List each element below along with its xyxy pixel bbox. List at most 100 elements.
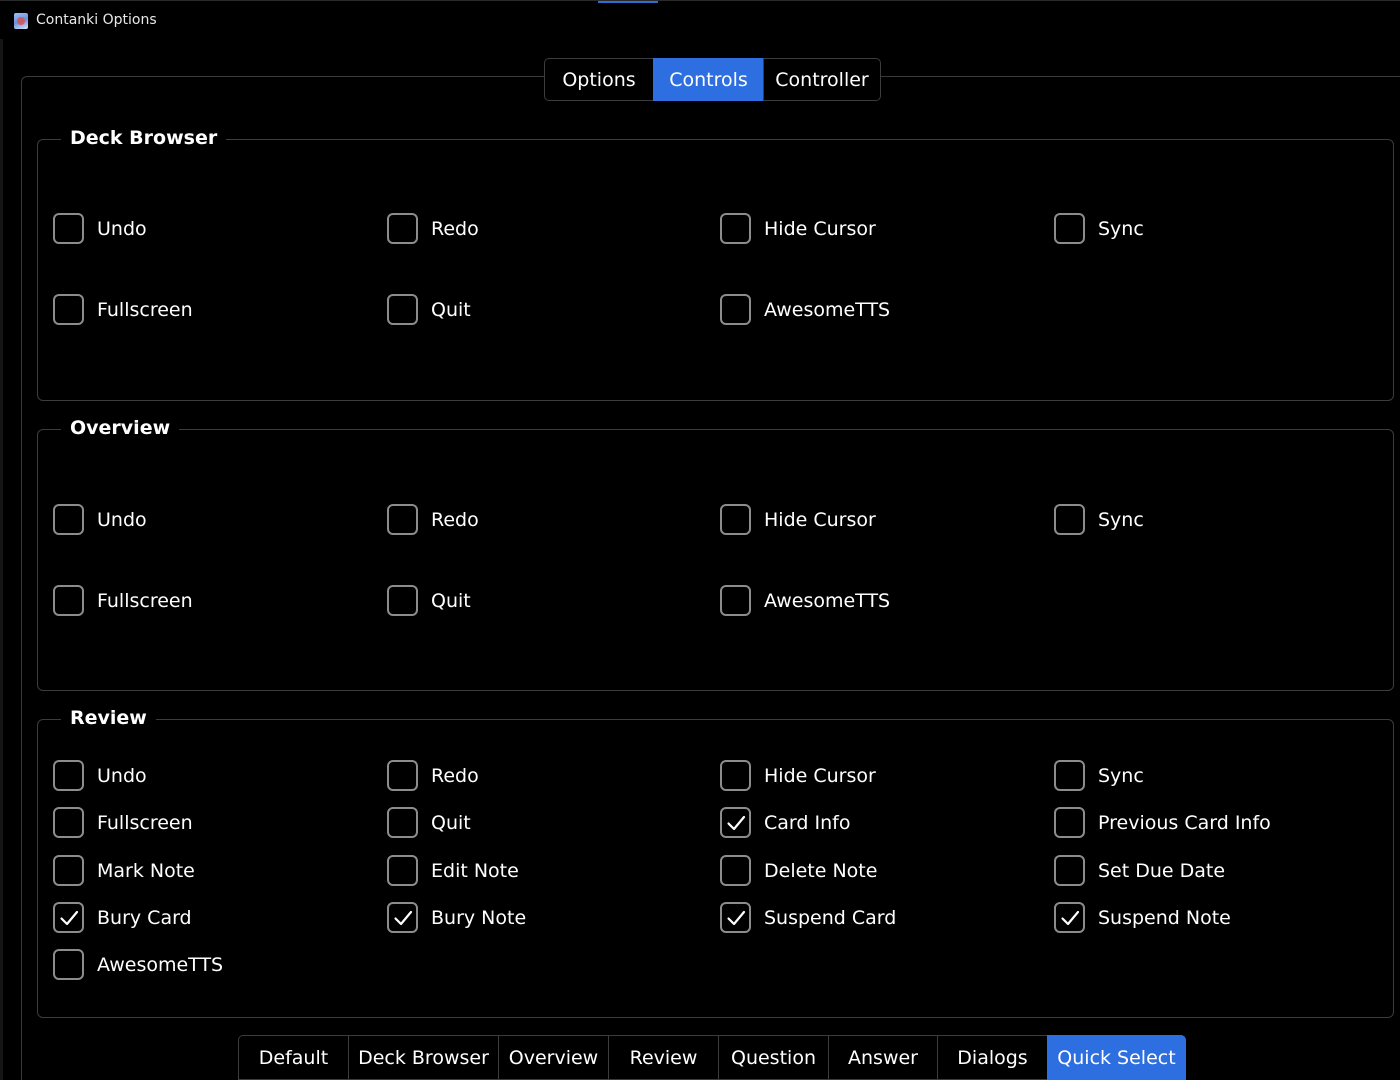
checkbox-label: Edit Note <box>431 859 519 882</box>
checkbox-label: Mark Note <box>97 859 195 882</box>
checkbox-box[interactable] <box>53 902 84 933</box>
checkbox-label: Fullscreen <box>97 589 193 612</box>
tab-dialogs[interactable]: Dialogs <box>937 1035 1048 1080</box>
checkbox-redo[interactable]: Redo <box>387 504 479 535</box>
checkbox-redo[interactable]: Redo <box>387 213 479 244</box>
checkbox-label: Sync <box>1098 508 1144 531</box>
checkbox-box[interactable] <box>1054 504 1085 535</box>
checkbox-awesometts[interactable]: AwesomeTTS <box>720 294 890 325</box>
checkbox-quit[interactable]: Quit <box>387 585 471 616</box>
checkbox-box[interactable] <box>1054 213 1085 244</box>
checkbox-box[interactable] <box>387 294 418 325</box>
checkbox-undo[interactable]: Undo <box>53 760 147 791</box>
tab-overview-label: Overview <box>508 1046 599 1069</box>
checkbox-box[interactable] <box>53 213 84 244</box>
checkbox-label: Fullscreen <box>97 298 193 321</box>
tab-answer-label: Answer <box>848 1046 918 1069</box>
checkbox-quit[interactable]: Quit <box>387 807 471 838</box>
checkbox-set-due-date[interactable]: Set Due Date <box>1054 855 1225 886</box>
window-title: Contanki Options <box>36 12 157 28</box>
checkbox-box[interactable] <box>720 585 751 616</box>
tab-controls-label: Controls <box>669 68 748 91</box>
checkbox-box[interactable] <box>53 807 84 838</box>
checkbox-box[interactable] <box>387 902 418 933</box>
checkbox-fullscreen[interactable]: Fullscreen <box>53 294 193 325</box>
checkbox-fullscreen[interactable]: Fullscreen <box>53 807 193 838</box>
checkbox-label: AwesomeTTS <box>764 298 891 321</box>
checkbox-box[interactable] <box>720 213 751 244</box>
checkbox-box[interactable] <box>720 807 751 838</box>
checkbox-box[interactable] <box>1054 855 1085 886</box>
checkbox-bury-note[interactable]: Bury Note <box>387 902 526 933</box>
tab-deck-browser[interactable]: Deck Browser <box>348 1035 499 1080</box>
checkbox-box[interactable] <box>53 504 84 535</box>
checkbox-box[interactable] <box>387 855 418 886</box>
checkbox-edit-note[interactable]: Edit Note <box>387 855 519 886</box>
tab-overview[interactable]: Overview <box>498 1035 609 1080</box>
checkbox-box[interactable] <box>387 807 418 838</box>
checkbox-label: Undo <box>97 508 147 531</box>
checkbox-sync[interactable]: Sync <box>1054 213 1144 244</box>
checkbox-hide-cursor[interactable]: Hide Cursor <box>720 504 876 535</box>
checkbox-box[interactable] <box>1054 807 1085 838</box>
checkbox-box[interactable] <box>387 213 418 244</box>
checkbox-box[interactable] <box>53 760 84 791</box>
checkbox-box[interactable] <box>720 855 751 886</box>
checkbox-label: Bury Card <box>97 906 192 929</box>
checkbox-box[interactable] <box>720 294 751 325</box>
checkmark-icon <box>1060 910 1079 925</box>
checkbox-box[interactable] <box>387 585 418 616</box>
checkbox-box[interactable] <box>1054 902 1085 933</box>
checkbox-suspend-note[interactable]: Suspend Note <box>1054 902 1231 933</box>
checkbox-label: Card Info <box>764 811 851 834</box>
context-tab-bar: Default Deck Browser Overview Review Que… <box>238 1035 1186 1080</box>
tab-question[interactable]: Question <box>718 1035 829 1080</box>
checkbox-label: Delete Note <box>764 859 878 882</box>
checkbox-box[interactable] <box>720 504 751 535</box>
checkbox-sync[interactable]: Sync <box>1054 504 1144 535</box>
checkbox-label: Quit <box>431 589 471 612</box>
checkbox-box[interactable] <box>1054 760 1085 791</box>
checkbox-undo[interactable]: Undo <box>53 504 147 535</box>
checkbox-redo[interactable]: Redo <box>387 760 479 791</box>
checkbox-hide-cursor[interactable]: Hide Cursor <box>720 760 876 791</box>
tab-review[interactable]: Review <box>608 1035 719 1080</box>
tab-answer[interactable]: Answer <box>828 1035 938 1080</box>
checkbox-previous-card-info[interactable]: Previous Card Info <box>1054 807 1271 838</box>
checkbox-undo[interactable]: Undo <box>53 213 147 244</box>
checkbox-box[interactable] <box>53 855 84 886</box>
checkbox-box[interactable] <box>53 949 84 980</box>
tab-controller[interactable]: Controller <box>763 58 881 101</box>
checkbox-mark-note[interactable]: Mark Note <box>53 855 195 886</box>
checkbox-label: Bury Note <box>431 906 527 929</box>
checkbox-box[interactable] <box>53 585 84 616</box>
checkbox-bury-card[interactable]: Bury Card <box>53 902 192 933</box>
tab-controls[interactable]: Controls <box>653 58 764 101</box>
checkbox-box[interactable] <box>720 902 751 933</box>
tab-review-label: Review <box>629 1046 698 1069</box>
checkbox-awesometts[interactable]: AwesomeTTS <box>53 949 223 980</box>
checkbox-card-info[interactable]: Card Info <box>720 807 850 838</box>
checkbox-fullscreen[interactable]: Fullscreen <box>53 585 193 616</box>
checkbox-label: Hide Cursor <box>764 217 876 240</box>
checkbox-box[interactable] <box>53 294 84 325</box>
checkbox-label: Sync <box>1098 217 1144 240</box>
tab-quick-select[interactable]: Quick Select <box>1047 1035 1186 1080</box>
title-accent-line <box>598 1 658 3</box>
checkbox-hide-cursor[interactable]: Hide Cursor <box>720 213 876 244</box>
window-left-edge <box>0 39 3 1080</box>
checkbox-box[interactable] <box>720 760 751 791</box>
tab-question-label: Question <box>731 1046 816 1069</box>
checkbox-sync[interactable]: Sync <box>1054 760 1144 791</box>
tab-quick-select-label: Quick Select <box>1057 1046 1176 1069</box>
tab-default[interactable]: Default <box>238 1035 349 1080</box>
checkbox-quit[interactable]: Quit <box>387 294 471 325</box>
checkbox-label: Hide Cursor <box>764 764 876 787</box>
checkbox-box[interactable] <box>387 760 418 791</box>
checkbox-box[interactable] <box>387 504 418 535</box>
checkbox-delete-note[interactable]: Delete Note <box>720 855 877 886</box>
checkbox-label: Previous Card Info <box>1098 811 1271 834</box>
checkbox-suspend-card[interactable]: Suspend Card <box>720 902 896 933</box>
checkbox-awesometts[interactable]: AwesomeTTS <box>720 585 890 616</box>
tab-options[interactable]: Options <box>544 58 654 101</box>
